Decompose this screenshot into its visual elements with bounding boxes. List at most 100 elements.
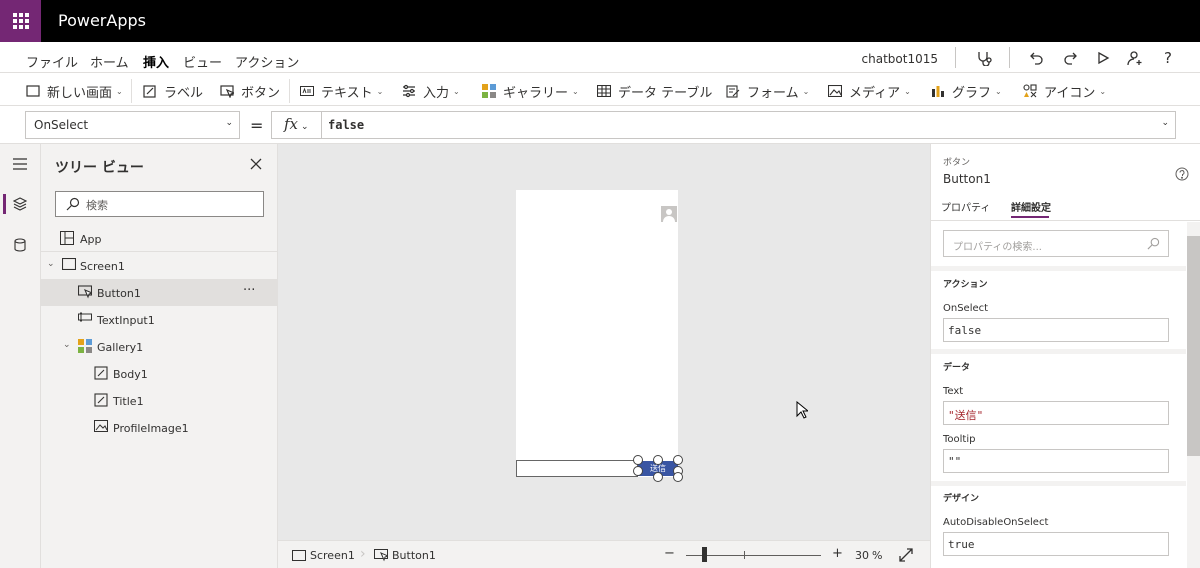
app-title: PowerApps bbox=[58, 11, 146, 30]
help-circle-icon[interactable] bbox=[1175, 166, 1189, 185]
button-button[interactable]: ボタン bbox=[219, 81, 280, 101]
ribbon-divider bbox=[289, 79, 290, 103]
chart-button[interactable]: グラフ ⌄ bbox=[930, 81, 1002, 101]
button-icon bbox=[374, 549, 390, 565]
autodisable-label: AutoDisableOnSelect bbox=[943, 517, 1049, 528]
zoom-in-button[interactable]: + bbox=[832, 546, 843, 561]
media-button[interactable]: メディア ⌄ bbox=[827, 81, 911, 101]
table-icon bbox=[596, 83, 612, 99]
properties-panel: ボタン Button1 プロパティ 詳細設定 プロパティの検索... アクション… bbox=[930, 144, 1200, 568]
section-gap bbox=[931, 266, 1186, 271]
undo-icon[interactable] bbox=[1028, 49, 1046, 67]
autodisable-field[interactable]: true bbox=[943, 532, 1169, 556]
text-input[interactable] bbox=[516, 460, 638, 477]
preview-play-icon[interactable] bbox=[1094, 49, 1112, 67]
insert-ribbon: 新しい画面 ⌄ ラベル ボタン テキスト ⌄ 入力 ⌄ ギャラリー ⌄ データ テーブル… bbox=[0, 72, 1200, 106]
menu-home[interactable]: ホーム bbox=[90, 52, 129, 71]
search-icon bbox=[66, 197, 80, 214]
database-icon[interactable] bbox=[10, 235, 30, 255]
text-button[interactable]: テキスト ⌄ bbox=[299, 81, 383, 101]
text-field[interactable]: "送信" bbox=[943, 401, 1169, 425]
tree-view-title: ツリー ビュー bbox=[55, 160, 144, 176]
tree-node-body1[interactable]: Body1 bbox=[41, 360, 277, 387]
input-button[interactable]: 入力 ⌄ bbox=[401, 81, 460, 101]
gallery-icon bbox=[481, 83, 497, 99]
gallery-button[interactable]: ギャラリー ⌄ bbox=[481, 81, 579, 101]
menu-view[interactable]: ビュー bbox=[183, 52, 222, 71]
formula-input[interactable]: false ⌄ bbox=[321, 111, 1176, 139]
tree-search-input[interactable]: 検索 bbox=[55, 191, 264, 217]
user-icon[interactable] bbox=[1126, 49, 1144, 67]
tooltip-field[interactable]: "" bbox=[943, 449, 1169, 473]
hamburger-menu-icon[interactable] bbox=[10, 154, 30, 174]
app-launcher-icon[interactable] bbox=[0, 0, 41, 42]
button-icon bbox=[219, 83, 235, 99]
tree-node-button1[interactable]: Button1 ··· bbox=[41, 279, 277, 306]
chevron-down-icon[interactable]: ⌄ bbox=[47, 259, 55, 269]
scrollbar-thumb[interactable] bbox=[1187, 236, 1200, 456]
resize-handle[interactable] bbox=[673, 455, 683, 465]
gallery-icon bbox=[78, 339, 92, 353]
menu-insert[interactable]: 挿入 bbox=[143, 52, 170, 76]
label-icon bbox=[142, 83, 158, 99]
tree-node-profileimage1[interactable]: ProfileImage1 bbox=[41, 414, 277, 441]
menu-action[interactable]: アクション bbox=[235, 52, 299, 71]
resize-handle[interactable] bbox=[653, 455, 663, 465]
expand-formula-icon[interactable]: ⌄ bbox=[1161, 118, 1169, 128]
redo-icon[interactable] bbox=[1061, 49, 1079, 67]
close-icon[interactable] bbox=[249, 156, 265, 172]
left-rail bbox=[0, 144, 41, 568]
tab-divider bbox=[931, 220, 1200, 221]
resize-handle[interactable] bbox=[633, 455, 643, 465]
resize-handle[interactable] bbox=[673, 472, 683, 482]
tab-advanced[interactable]: 詳細設定 bbox=[1011, 199, 1051, 214]
more-options-icon[interactable]: ··· bbox=[243, 283, 255, 298]
new-screen-button[interactable]: 新しい画面 ⌄ bbox=[25, 81, 123, 101]
help-icon[interactable]: ? bbox=[1159, 49, 1177, 67]
tree-node-screen1[interactable]: ⌄ Screen1 bbox=[41, 252, 277, 279]
data-table-button[interactable]: データ テーブル bbox=[596, 81, 712, 101]
section-gap bbox=[931, 481, 1186, 486]
form-button[interactable]: フォーム ⌄ bbox=[725, 81, 809, 101]
text-icon bbox=[299, 83, 315, 99]
equals-sign: = bbox=[250, 116, 264, 135]
chevron-down-icon[interactable]: ⌄ bbox=[63, 340, 71, 350]
tree-node-textinput1[interactable]: TextInput1 bbox=[41, 306, 277, 333]
zoom-out-button[interactable]: − bbox=[664, 546, 675, 561]
property-search-input[interactable]: プロパティの検索... bbox=[943, 230, 1169, 257]
breadcrumb-control[interactable]: Button1 bbox=[392, 549, 436, 562]
label-icon bbox=[94, 366, 108, 380]
menu-file[interactable]: ファイル bbox=[26, 52, 78, 71]
zoom-unit: % bbox=[872, 549, 883, 562]
toolbar-divider bbox=[955, 47, 956, 68]
tree-node-gallery1[interactable]: ⌄ Gallery1 bbox=[41, 333, 277, 360]
text-label: Text bbox=[943, 386, 964, 397]
menu-bar: ファイル ホーム 挿入 ビュー アクション chatbot1015 bbox=[0, 42, 1200, 76]
section-design: デザイン bbox=[943, 494, 980, 504]
breadcrumb-screen[interactable]: Screen1 bbox=[310, 549, 355, 562]
label-button[interactable]: ラベル bbox=[142, 81, 203, 101]
tab-properties[interactable]: プロパティ bbox=[941, 199, 990, 214]
profile-image[interactable] bbox=[661, 206, 677, 222]
onselect-field[interactable]: false bbox=[943, 318, 1169, 342]
property-dropdown[interactable]: OnSelect ⌄ bbox=[25, 111, 240, 139]
active-tab-indicator bbox=[1011, 216, 1049, 218]
layers-icon[interactable] bbox=[10, 194, 30, 214]
icons-button[interactable]: アイコン ⌄ bbox=[1022, 81, 1106, 101]
onselect-label: OnSelect bbox=[943, 303, 989, 314]
function-button[interactable]: fx ⌄ bbox=[271, 111, 321, 139]
resize-handle[interactable] bbox=[653, 472, 663, 482]
zoom-slider-thumb[interactable] bbox=[702, 547, 707, 562]
design-canvas[interactable]: 送信 bbox=[278, 144, 930, 540]
tooltip-label: Tooltip bbox=[943, 434, 976, 445]
breadcrumb-separator: › bbox=[360, 546, 366, 562]
app-screen[interactable]: 送信 bbox=[516, 190, 683, 482]
fit-to-window-icon[interactable] bbox=[899, 548, 913, 565]
resize-handle[interactable] bbox=[633, 466, 643, 476]
app-checker-icon[interactable] bbox=[975, 49, 993, 67]
ribbon-divider bbox=[131, 79, 132, 103]
title-bar: PowerApps bbox=[0, 0, 1200, 42]
tree-node-app[interactable]: App bbox=[41, 225, 277, 252]
media-icon bbox=[827, 83, 843, 99]
tree-node-title1[interactable]: Title1 bbox=[41, 387, 277, 414]
